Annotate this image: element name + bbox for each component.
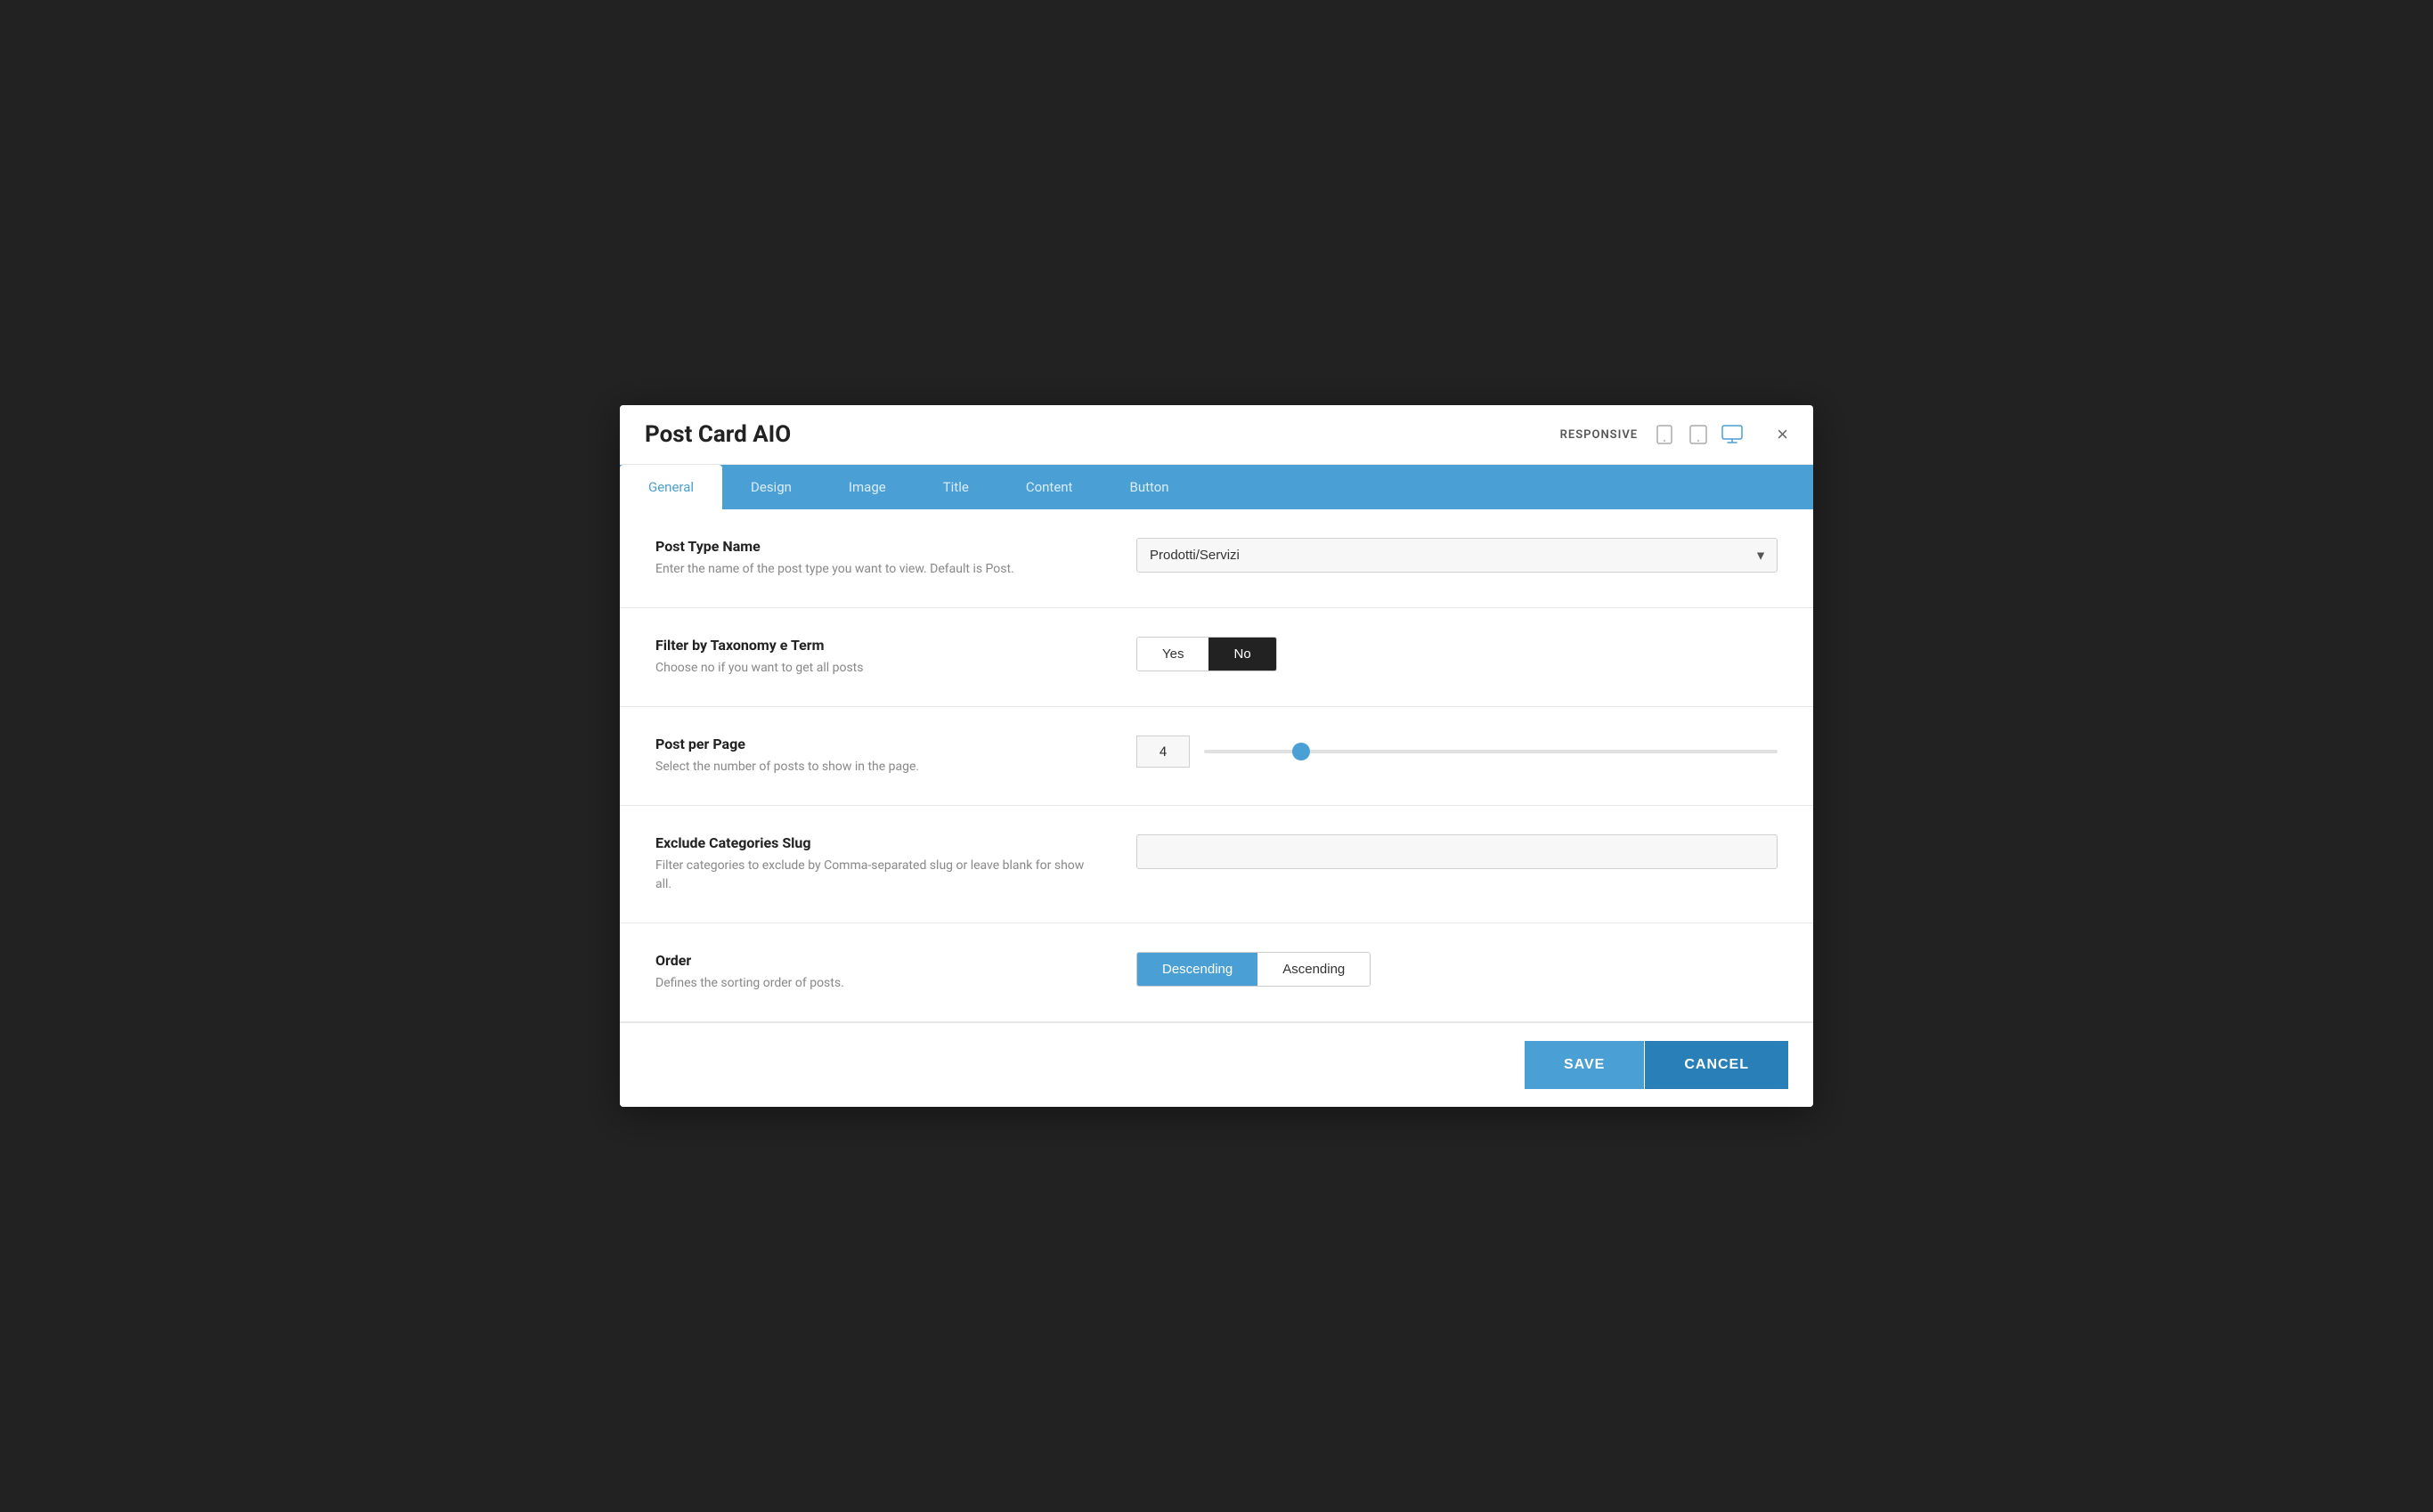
filter-taxonomy-label: Filter by Taxonomy e Term Choose no if y… bbox=[655, 637, 1101, 678]
order-control: Descending Ascending bbox=[1136, 952, 1778, 987]
save-button[interactable]: SAVE bbox=[1525, 1041, 1644, 1089]
post-type-label: Post Type Name Enter the name of the pos… bbox=[655, 538, 1101, 579]
descending-button[interactable]: Descending bbox=[1137, 953, 1257, 986]
filter-yes-button[interactable]: Yes bbox=[1137, 638, 1208, 671]
header-right: RESPONSIVE bbox=[1560, 422, 1788, 447]
modal-footer: SAVE CANCEL bbox=[620, 1022, 1813, 1107]
responsive-label: RESPONSIVE bbox=[1560, 428, 1638, 442]
post-per-page-control: 4 bbox=[1136, 736, 1778, 768]
exclude-categories-label: Exclude Categories Slug Filter categorie… bbox=[655, 834, 1101, 894]
filter-taxonomy-toggle: Yes No bbox=[1136, 637, 1277, 671]
post-type-select-wrapper: Post Prodotti/Servizi Page ▼ bbox=[1136, 538, 1778, 573]
tab-image[interactable]: Image bbox=[820, 465, 915, 509]
slider-wrapper: 4 bbox=[1136, 736, 1778, 768]
ascending-button[interactable]: Ascending bbox=[1257, 953, 1370, 986]
tablet-icon[interactable] bbox=[1686, 422, 1711, 447]
exclude-categories-control bbox=[1136, 834, 1778, 869]
order-label: Order Defines the sorting order of posts… bbox=[655, 952, 1101, 993]
modal-header: Post Card AIO RESPONSIVE bbox=[620, 405, 1813, 465]
slider-value-display: 4 bbox=[1136, 736, 1190, 768]
section-order: Order Defines the sorting order of posts… bbox=[620, 923, 1813, 1022]
tab-button[interactable]: Button bbox=[1101, 465, 1197, 509]
section-filter-taxonomy: Filter by Taxonomy e Term Choose no if y… bbox=[620, 608, 1813, 707]
tab-content[interactable]: Content bbox=[997, 465, 1102, 509]
post-type-select[interactable]: Post Prodotti/Servizi Page bbox=[1136, 538, 1778, 573]
post-per-page-slider[interactable] bbox=[1204, 750, 1778, 753]
modal-container: Post Card AIO RESPONSIVE bbox=[620, 405, 1813, 1107]
tabs-bar: General Design Image Title Content Butto… bbox=[620, 465, 1813, 509]
cancel-button[interactable]: CANCEL bbox=[1645, 1041, 1788, 1089]
modal-body: Post Type Name Enter the name of the pos… bbox=[620, 509, 1813, 1022]
tab-design[interactable]: Design bbox=[722, 465, 820, 509]
order-toggle: Descending Ascending bbox=[1136, 952, 1371, 987]
exclude-categories-input[interactable] bbox=[1136, 834, 1778, 869]
section-post-type: Post Type Name Enter the name of the pos… bbox=[620, 509, 1813, 608]
section-exclude-categories: Exclude Categories Slug Filter categorie… bbox=[620, 806, 1813, 923]
section-post-per-page: Post per Page Select the number of posts… bbox=[620, 707, 1813, 806]
desktop-icon[interactable] bbox=[1720, 422, 1745, 447]
tab-general[interactable]: General bbox=[620, 465, 722, 509]
tab-title[interactable]: Title bbox=[915, 465, 997, 509]
close-button[interactable]: × bbox=[1777, 425, 1788, 444]
device-icons bbox=[1652, 422, 1745, 447]
filter-no-button[interactable]: No bbox=[1208, 638, 1275, 671]
post-type-control: Post Prodotti/Servizi Page ▼ bbox=[1136, 538, 1778, 573]
post-per-page-label: Post per Page Select the number of posts… bbox=[655, 736, 1101, 776]
mobile-icon[interactable] bbox=[1652, 422, 1677, 447]
filter-taxonomy-control: Yes No bbox=[1136, 637, 1778, 671]
modal-title: Post Card AIO bbox=[645, 421, 791, 448]
modal-overlay: Post Card AIO RESPONSIVE bbox=[0, 0, 2433, 1512]
